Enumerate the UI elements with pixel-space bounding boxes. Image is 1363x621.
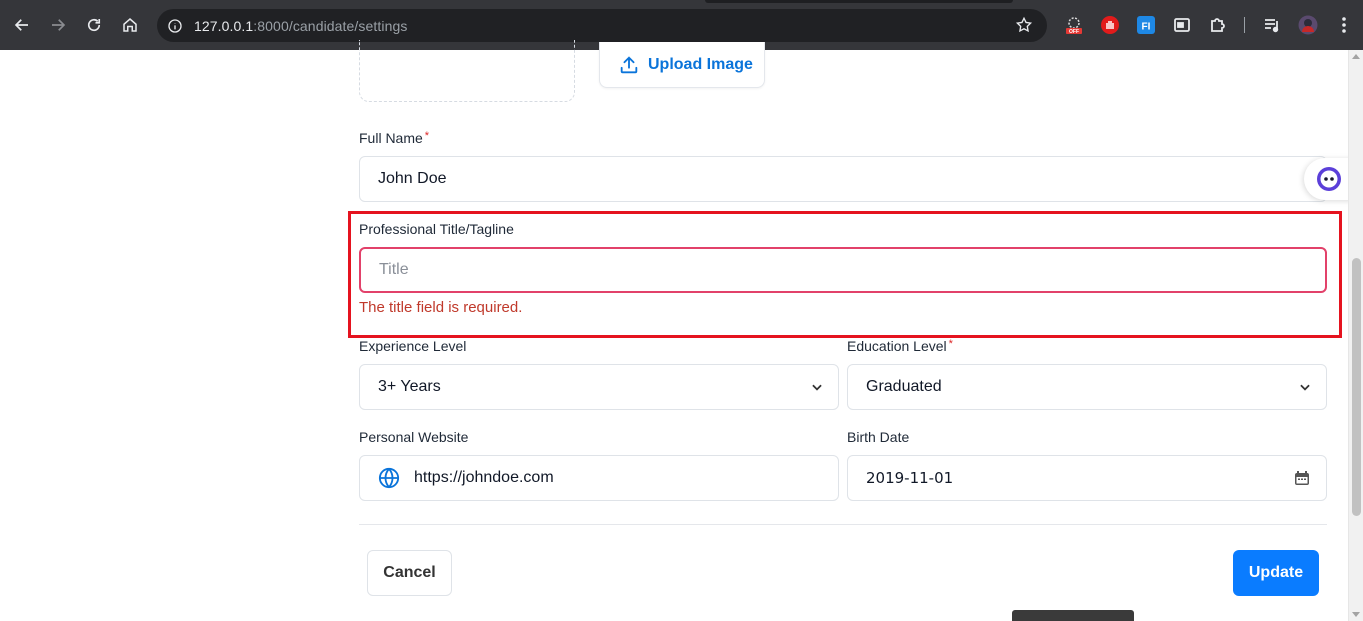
birth-date-value: 2019-11-01 [866, 469, 954, 487]
profile-image-dropzone[interactable] [359, 40, 575, 102]
full-name-field[interactable]: John Doe [359, 156, 1327, 202]
title-error-message: The title field is required. [359, 299, 523, 316]
education-label: Education Level * [847, 338, 953, 354]
website-field[interactable]: https://johndoe.com [359, 455, 839, 501]
extension-hand-icon[interactable] [1100, 15, 1120, 35]
chevron-down-icon [812, 384, 822, 391]
full-name-label: Full Name * [359, 130, 429, 146]
bookmark-star-icon[interactable] [1015, 16, 1033, 34]
calendar-icon[interactable] [1294, 470, 1310, 486]
title-label: Professional Title/Tagline [359, 221, 514, 237]
svg-text:FI: FI [1142, 22, 1151, 33]
scroll-up-icon[interactable] [1352, 54, 1360, 59]
education-value: Graduated [866, 378, 942, 395]
title-input[interactable] [361, 261, 1325, 279]
bottom-tooltip [1012, 610, 1134, 621]
address-bar[interactable]: 127.0.0.1:8000/candidate/settings [157, 9, 1047, 42]
page-scrollbar[interactable] [1348, 50, 1363, 621]
experience-label: Experience Level [359, 338, 467, 354]
page-content: Upload Image Full Name * John Doe Profess… [0, 40, 1363, 621]
form-divider [359, 524, 1327, 525]
profile-avatar-icon[interactable] [1298, 15, 1318, 35]
required-mark: * [948, 338, 953, 350]
media-controls-icon[interactable] [1262, 15, 1282, 35]
url-host: 127.0.0.1 [194, 17, 254, 34]
extension-fi-icon[interactable]: FI [1136, 15, 1156, 35]
experience-select[interactable]: 3+ Years [359, 364, 839, 410]
forward-icon[interactable] [45, 12, 71, 38]
birth-date-field[interactable]: 2019-11-01 [847, 455, 1327, 501]
tab-edge [705, 0, 1013, 3]
extensions-puzzle-icon[interactable] [1208, 15, 1228, 35]
scrollbar-thumb[interactable] [1352, 258, 1361, 516]
website-label: Personal Website [359, 429, 469, 445]
education-select[interactable]: Graduated [847, 364, 1327, 410]
home-icon[interactable] [117, 12, 143, 38]
scroll-down-icon[interactable] [1352, 612, 1360, 617]
cancel-button[interactable]: Cancel [367, 550, 452, 596]
education-label-text: Education Level [847, 338, 947, 354]
chevron-down-icon [1300, 384, 1310, 391]
reload-icon[interactable] [81, 12, 107, 38]
experience-value: 3+ Years [378, 378, 441, 395]
extension-off-icon[interactable]: OFF [1064, 15, 1084, 35]
upload-icon [620, 55, 638, 73]
url-path: :8000/candidate/settings [253, 17, 408, 34]
birth-date-label: Birth Date [847, 429, 910, 445]
upload-image-label: Upload Image [648, 55, 753, 73]
back-icon[interactable] [9, 12, 35, 38]
chrome-menu-icon[interactable] [1334, 15, 1354, 35]
assistant-widget[interactable] [1304, 158, 1354, 200]
upload-image-button[interactable]: Upload Image [599, 42, 765, 88]
url-text: 127.0.0.1:8000/candidate/settings [194, 18, 407, 34]
required-mark: * [424, 130, 430, 142]
extension-window-icon[interactable] [1172, 15, 1192, 35]
assistant-bot-icon [1317, 167, 1341, 191]
full-name-label-text: Full Name [359, 130, 423, 146]
svg-text:OFF: OFF [1069, 29, 1079, 35]
globe-icon [378, 467, 400, 489]
site-info-icon[interactable] [166, 17, 184, 35]
update-button[interactable]: Update [1233, 550, 1319, 596]
title-field[interactable] [359, 247, 1327, 293]
website-value: https://johndoe.com [414, 469, 554, 486]
toolbar-separator [1244, 17, 1245, 33]
full-name-value: John Doe [378, 170, 447, 187]
